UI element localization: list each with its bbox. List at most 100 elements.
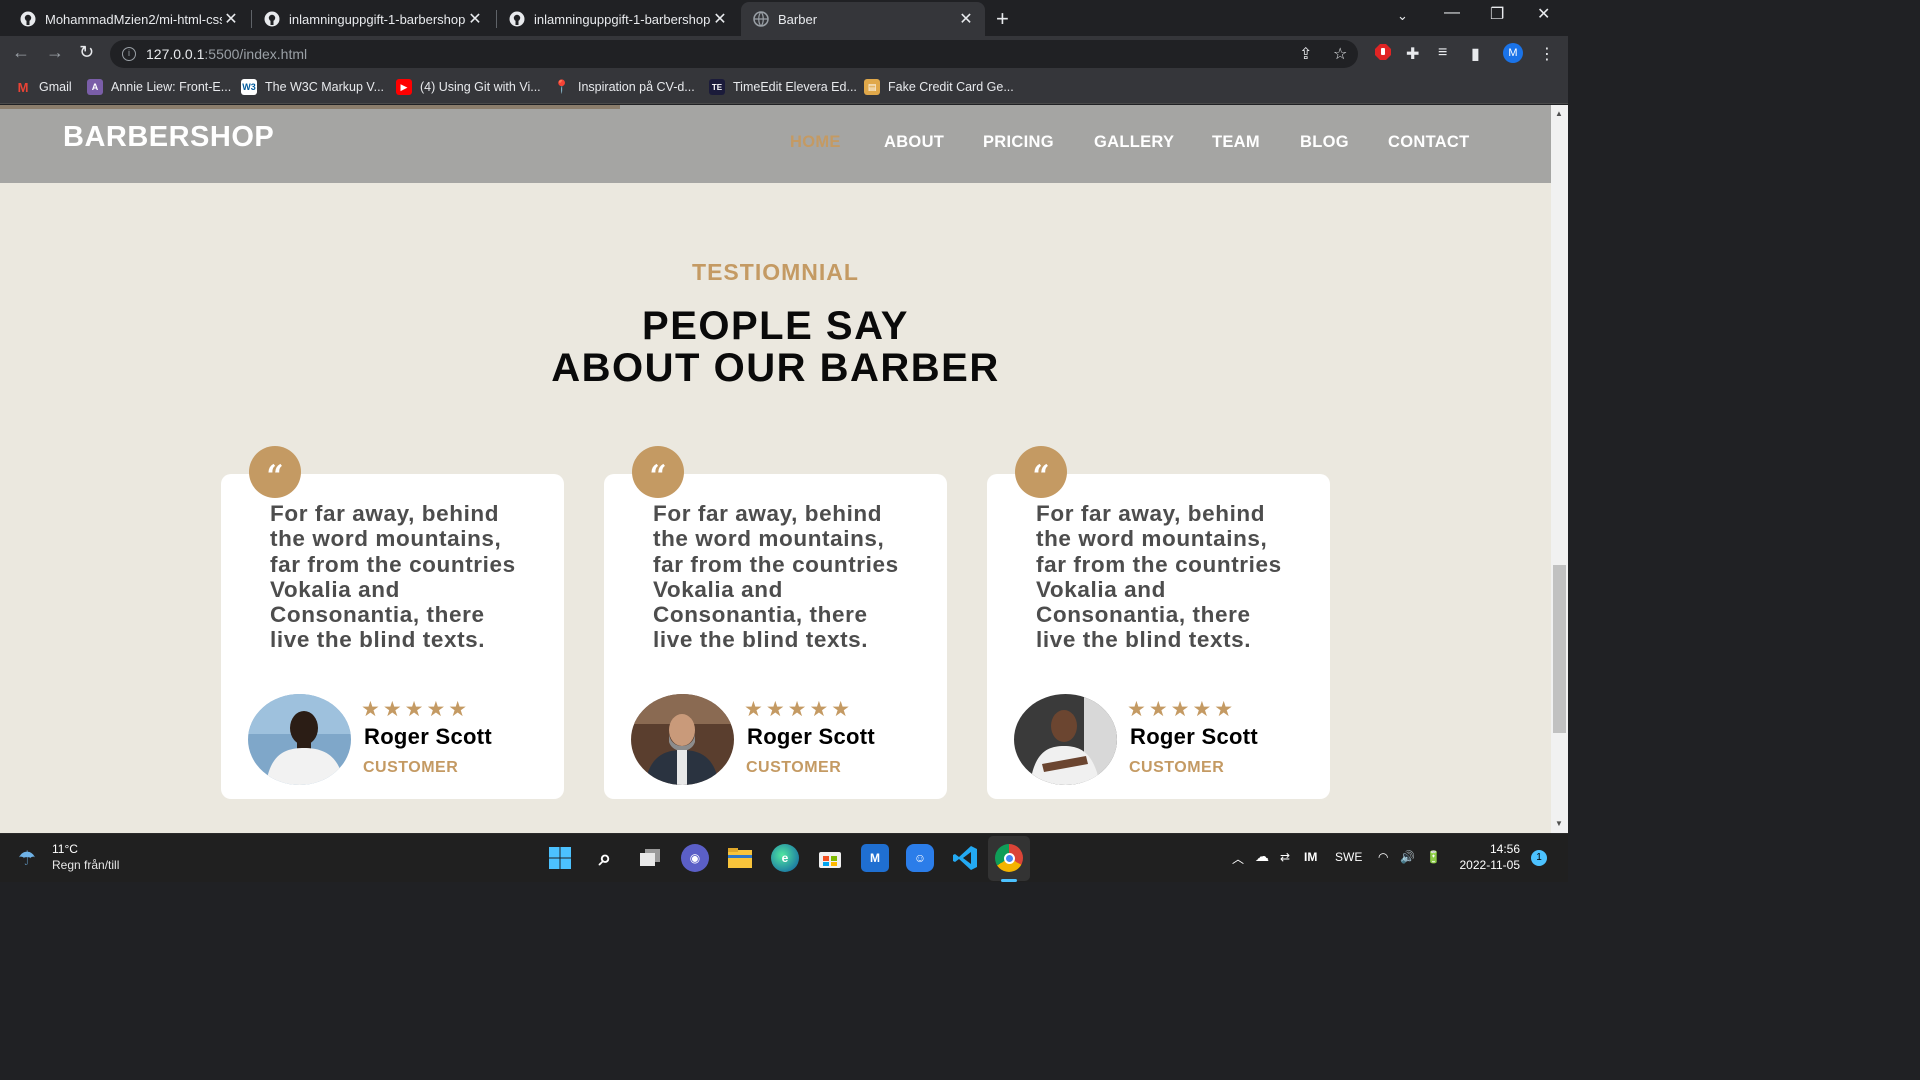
bookmark-label: Annie Liew: Front-E... (111, 80, 232, 94)
tab-github-mi-html-css[interactable]: MohammadMzien2/mi-html-css ✕ (8, 2, 250, 36)
scroll-down-arrow-icon[interactable]: ▼ (1555, 819, 1563, 828)
testimonial-card: For far away, behind the word mountains,… (221, 474, 564, 799)
nav-gallery[interactable]: GALLERY (1094, 133, 1174, 152)
bookmark-inspiration[interactable]: 📍 Inspiration på CV-d... (554, 79, 695, 95)
customer-name: Roger Scott (364, 724, 492, 749)
chrome-icon[interactable] (995, 844, 1023, 872)
hero-image-strip (0, 105, 620, 109)
tab-title: MohammadMzien2/mi-html-css (45, 11, 222, 27)
windows-taskbar: ☂ 11°C Regn från/till ⌕ ◉ e M ☺ ︿ ☁ ⇄ IM… (0, 833, 1568, 882)
bookmark-label: Inspiration på CV-d... (578, 80, 695, 94)
network-transfer-icon[interactable]: ⇄ (1280, 850, 1290, 864)
forward-icon[interactable]: → (46, 42, 64, 63)
browser-toolbar: ← → ↻ i 127.0.0.1:5500/index.html ⇪ ☆ ✚ … (0, 36, 1568, 72)
extensions-puzzle-icon[interactable]: ✚ (1406, 44, 1419, 64)
bookmark-label: Fake Credit Card Ge... (888, 80, 1014, 94)
vscode-icon[interactable] (951, 844, 979, 872)
close-tab-icon[interactable]: ✕ (957, 9, 975, 29)
system-clock[interactable]: 14:56 2022-11-05 (1456, 841, 1521, 873)
testimonial-card: For far away, behind the word mountains,… (604, 474, 947, 799)
scroll-up-arrow-icon[interactable]: ▲ (1555, 109, 1563, 118)
notification-badge[interactable]: 1 (1531, 850, 1547, 866)
customer-role: CUSTOMER (1129, 759, 1225, 776)
bookmark-w3c[interactable]: W3 The W3C Markup V... (241, 79, 384, 95)
file-explorer-icon[interactable] (726, 844, 754, 872)
nav-contact[interactable]: CONTACT (1388, 133, 1470, 152)
page-scrollbar[interactable]: ▲ ▼ (1551, 105, 1568, 833)
scrollbar-thumb[interactable] (1553, 565, 1566, 733)
clock-date: 2022-11-05 (1459, 858, 1521, 872)
bookmark-label: (4) Using Git with Vi... (420, 80, 541, 94)
nav-blog[interactable]: BLOG (1300, 133, 1349, 152)
profile-avatar[interactable]: M (1503, 43, 1523, 63)
bookmark-star-icon[interactable]: ☆ (1333, 44, 1347, 64)
language-indicator[interactable]: SWE (1335, 850, 1362, 864)
customer-name: Roger Scott (747, 724, 875, 749)
wifi-icon[interactable]: ◠ (1378, 850, 1388, 864)
tab-barber[interactable]: Barber ✕ (741, 2, 985, 36)
bookmark-timeedit[interactable]: TE TimeEdit Elevera Ed... (709, 79, 857, 95)
nav-pricing[interactable]: PRICING (983, 133, 1054, 152)
edge-browser-icon[interactable]: e (771, 844, 799, 872)
site-logo[interactable]: BARBERSHOP (63, 121, 274, 154)
onedrive-cloud-icon[interactable]: ☁ (1255, 848, 1269, 865)
tab-title: inlamninguppgift-1-barbershop- (289, 11, 466, 27)
tab-search-chevron-icon[interactable]: ⌄ (1397, 8, 1408, 24)
media-queue-icon[interactable]: ≡ (1438, 44, 1447, 62)
close-tab-icon[interactable]: ✕ (711, 9, 729, 29)
new-tab-icon[interactable]: + (996, 6, 1009, 32)
customer-role: CUSTOMER (746, 759, 842, 776)
globe-icon (753, 11, 769, 27)
address-bar[interactable]: i 127.0.0.1:5500/index.html (110, 40, 1358, 68)
credit-card-icon: ▤ (864, 79, 880, 95)
share-icon[interactable]: ⇪ (1299, 44, 1312, 64)
microsoft-store-icon[interactable] (816, 844, 844, 872)
site-info-icon[interactable]: i (122, 47, 136, 61)
bookmark-gmail[interactable]: M Gmail (15, 79, 72, 95)
adblock-extension-icon[interactable] (1374, 43, 1392, 66)
pin-icon: 📍 (553, 79, 571, 94)
customer-name: Roger Scott (1130, 724, 1258, 749)
teams-chat-icon[interactable]: ◉ (681, 844, 709, 872)
tab-github-barbershop-1[interactable]: inlamninguppgift-1-barbershop- ✕ (252, 2, 494, 36)
rating-stars: ★★★★★ (1127, 698, 1237, 721)
testimonial-text: For far away, behind the word mountains,… (1036, 501, 1282, 653)
testimonial-text: For far away, behind the word mountains,… (270, 501, 516, 653)
messenger-icon[interactable]: ☺ (906, 844, 934, 872)
url-path: :5500/index.html (204, 46, 308, 62)
show-hidden-icons-chevron-icon[interactable]: ︿ (1232, 850, 1244, 867)
restore-icon[interactable]: ❐ (1490, 4, 1504, 24)
nav-team[interactable]: TEAM (1212, 133, 1260, 152)
nav-home[interactable]: HOME (790, 133, 841, 152)
windows-start-icon[interactable] (546, 844, 574, 872)
volume-icon[interactable]: 🔊 (1400, 850, 1415, 864)
task-view-icon[interactable] (636, 844, 664, 872)
close-tab-icon[interactable]: ✕ (222, 9, 240, 29)
timeedit-icon: TE (709, 79, 725, 95)
battery-charging-icon[interactable]: 🔋 (1426, 850, 1441, 864)
side-panel-icon[interactable]: ▮ (1471, 44, 1480, 64)
tab-title: inlamninguppgift-1-barbershop- (534, 11, 711, 27)
bookmark-fake-credit-card[interactable]: ▤ Fake Credit Card Ge... (864, 79, 1014, 95)
minimize-icon[interactable]: — (1444, 4, 1460, 22)
browser-tab-bar: MohammadMzien2/mi-html-css ✕ inlamningup… (0, 0, 1568, 36)
bookmark-youtube[interactable]: ▶ (4) Using Git with Vi... (396, 79, 541, 95)
close-window-icon[interactable]: ✕ (1537, 4, 1550, 24)
browser-menu-icon[interactable]: ⋮ (1539, 44, 1555, 64)
search-icon[interactable]: ⌕ (591, 844, 619, 872)
reload-icon[interactable]: ↻ (79, 42, 94, 63)
bookmark-annie-liew[interactable]: A Annie Liew: Front-E... (87, 79, 231, 95)
section-title-line-2: ABOUT OUR BARBER (551, 346, 1000, 390)
nav-about[interactable]: ABOUT (884, 133, 944, 152)
app-tray-icon[interactable]: IM (1304, 850, 1317, 864)
rating-stars: ★★★★★ (361, 698, 471, 721)
close-tab-icon[interactable]: ✕ (466, 9, 484, 29)
back-icon[interactable]: ← (12, 42, 30, 63)
section-title: PEOPLE SAY ABOUT OUR BARBER (0, 305, 1551, 389)
mail-app-icon[interactable]: M (861, 844, 889, 872)
section-title-line-1: PEOPLE SAY (642, 304, 909, 348)
gmail-icon: M (17, 79, 29, 95)
tab-github-barbershop-2[interactable]: inlamninguppgift-1-barbershop- ✕ (497, 2, 739, 36)
running-indicator (1001, 879, 1017, 882)
youtube-icon: ▶ (396, 79, 412, 95)
